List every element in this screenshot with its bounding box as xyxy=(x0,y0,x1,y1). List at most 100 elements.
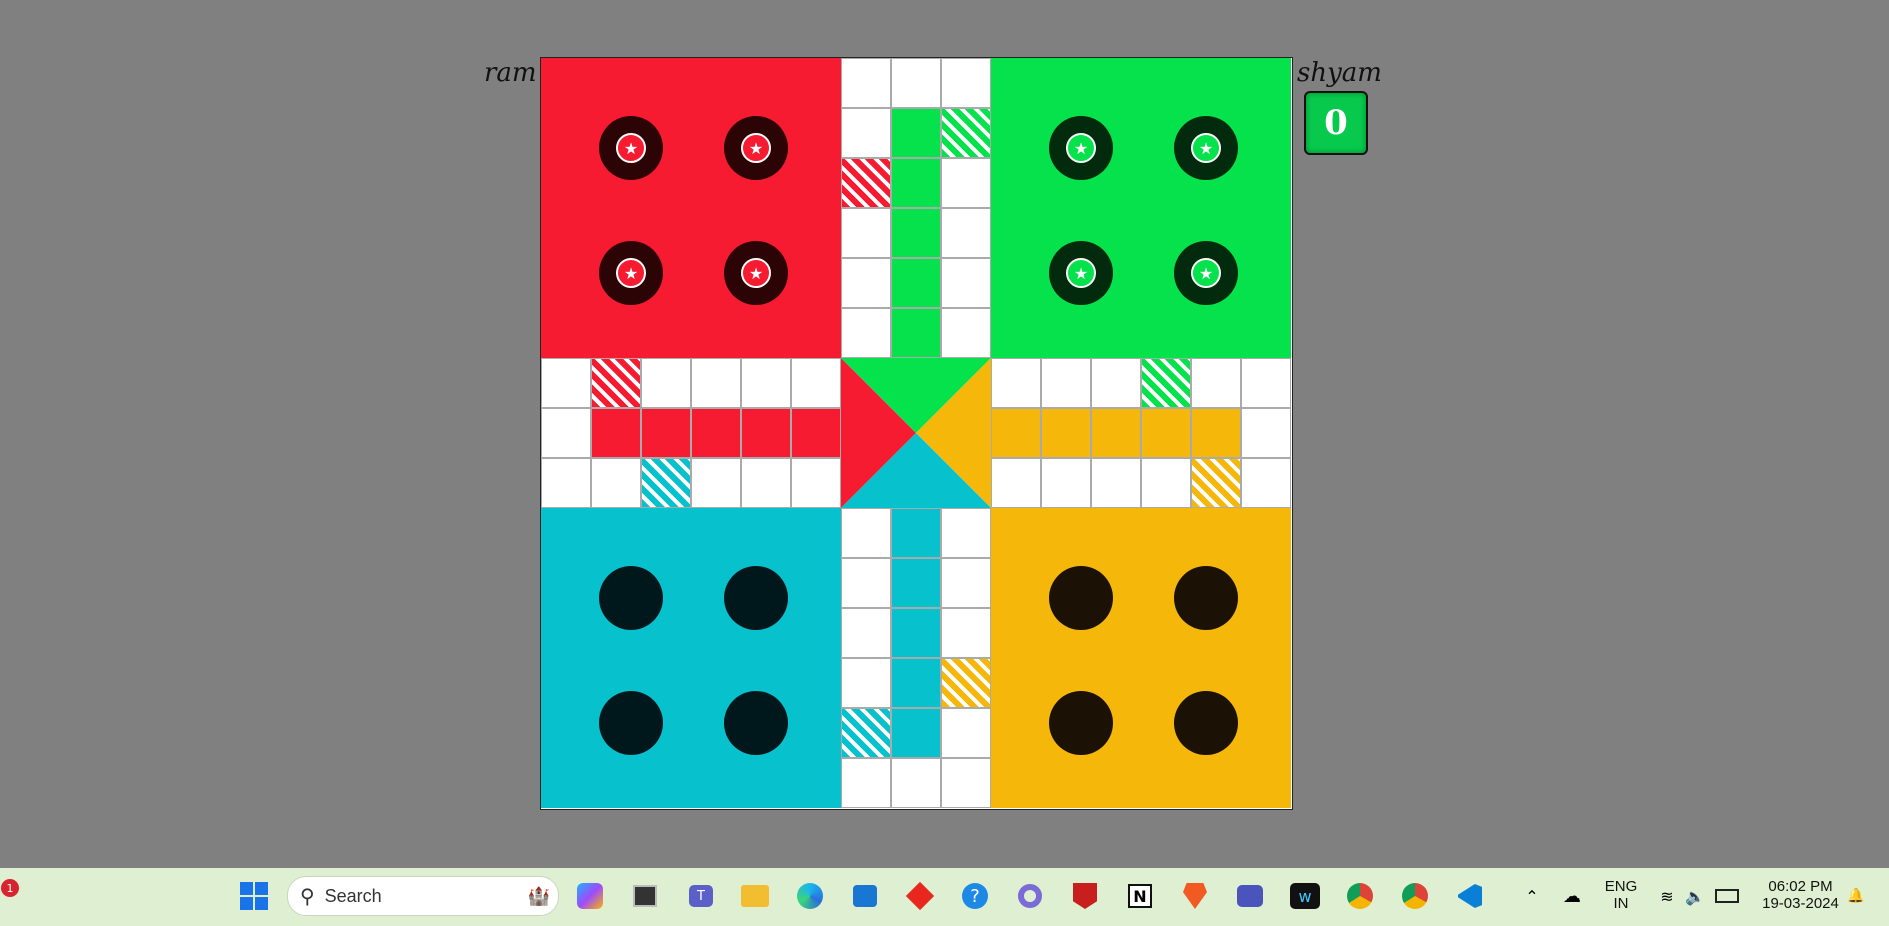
notification-icon[interactable]: 1 xyxy=(0,876,20,900)
cyan-home-lane-cell[interactable] xyxy=(891,608,941,658)
board-cell[interactable] xyxy=(941,758,991,808)
red-token-slot-1[interactable]: ★ xyxy=(599,116,663,180)
board-cell[interactable] xyxy=(1241,358,1291,408)
volume-icon[interactable]: 🔈 xyxy=(1678,879,1712,913)
board-cell[interactable] xyxy=(691,458,741,508)
board-cell[interactable] xyxy=(941,508,991,558)
chrome-icon[interactable] xyxy=(1343,879,1377,913)
store-icon[interactable] xyxy=(848,879,882,913)
red-start-cell[interactable] xyxy=(591,358,641,408)
task-view-icon[interactable] xyxy=(628,879,662,913)
board-cell[interactable] xyxy=(1041,458,1091,508)
green-home-lane-cell[interactable] xyxy=(891,308,941,358)
board-cell[interactable] xyxy=(1191,358,1241,408)
yellow-home-lane-cell[interactable] xyxy=(1091,408,1141,458)
board-cell[interactable] xyxy=(841,108,891,158)
board-cell[interactable] xyxy=(1241,408,1291,458)
teams-work-icon[interactable] xyxy=(1233,879,1267,913)
cyan-start-cell[interactable] xyxy=(841,708,891,758)
clock[interactable]: 06:02 PM 19-03-2024 xyxy=(1753,878,1848,912)
board-cell[interactable] xyxy=(841,58,891,108)
board-cell[interactable] xyxy=(791,458,841,508)
board-cell[interactable] xyxy=(1241,458,1291,508)
red-home-lane-cell[interactable] xyxy=(641,408,691,458)
board-cell[interactable] xyxy=(841,658,891,708)
green-token-slot-2[interactable]: ★ xyxy=(1174,116,1238,180)
red-token-slot-3[interactable]: ★ xyxy=(599,241,663,305)
red-safe-cell[interactable] xyxy=(841,158,891,208)
vscode-icon[interactable] xyxy=(1453,879,1487,913)
mcafee-icon[interactable] xyxy=(1068,879,1102,913)
cloud-off-icon[interactable]: ☁ xyxy=(1555,879,1589,913)
green-pawn-star-icon[interactable]: ★ xyxy=(1191,258,1221,288)
board-cell[interactable] xyxy=(791,358,841,408)
board-cell[interactable] xyxy=(991,358,1041,408)
board-cell[interactable] xyxy=(841,608,891,658)
board-cell[interactable] xyxy=(1141,458,1191,508)
teams-icon[interactable]: T xyxy=(684,879,718,913)
cyan-home-lane-cell[interactable] xyxy=(891,508,941,558)
board-cell[interactable] xyxy=(941,208,991,258)
yellow-home-lane-cell[interactable] xyxy=(1041,408,1091,458)
notification-center-icon[interactable]: 🔔 xyxy=(1846,879,1866,913)
green-home-lane-cell[interactable] xyxy=(891,108,941,158)
board-cell[interactable] xyxy=(1041,358,1091,408)
windows-start-icon[interactable] xyxy=(237,879,271,913)
board-cell[interactable] xyxy=(541,358,591,408)
board-cell[interactable] xyxy=(541,408,591,458)
board-cell[interactable] xyxy=(941,608,991,658)
red-pawn-star-icon[interactable]: ★ xyxy=(741,133,771,163)
chrome-profile-icon[interactable] xyxy=(1398,879,1432,913)
yellow-home-lane-cell[interactable] xyxy=(1141,408,1191,458)
yellow-home-lane-cell[interactable] xyxy=(991,408,1041,458)
settings-app-icon[interactable] xyxy=(1013,879,1047,913)
green-token-slot-4[interactable]: ★ xyxy=(1174,241,1238,305)
dice-button[interactable]: 0 xyxy=(1304,91,1368,155)
board-cell[interactable] xyxy=(841,758,891,808)
board-cell[interactable] xyxy=(591,458,641,508)
taskbar-search[interactable]: ⚲ Search 🏰 xyxy=(287,876,559,916)
board-cell[interactable] xyxy=(1091,358,1141,408)
red-pawn-star-icon[interactable]: ★ xyxy=(616,258,646,288)
cyan-home-lane-cell[interactable] xyxy=(891,658,941,708)
notion-icon[interactable]: N xyxy=(1123,879,1157,913)
diamond-app-icon[interactable] xyxy=(903,879,937,913)
board-cell[interactable] xyxy=(1091,458,1141,508)
red-pawn-star-icon[interactable]: ★ xyxy=(741,258,771,288)
language-indicator[interactable]: ENG IN xyxy=(1601,878,1641,912)
board-cell[interactable] xyxy=(941,308,991,358)
green-home-lane-cell[interactable] xyxy=(891,208,941,258)
board-cell[interactable] xyxy=(541,458,591,508)
board-cell[interactable] xyxy=(691,358,741,408)
edge-icon[interactable] xyxy=(793,879,827,913)
green-token-slot-3[interactable]: ★ xyxy=(1049,241,1113,305)
help-icon[interactable]: ? xyxy=(958,879,992,913)
green-pawn-star-icon[interactable]: ★ xyxy=(1066,258,1096,288)
board-cell[interactable] xyxy=(841,208,891,258)
board-cell[interactable] xyxy=(641,358,691,408)
board-cell[interactable] xyxy=(941,158,991,208)
board-cell[interactable] xyxy=(841,558,891,608)
brave-icon[interactable] xyxy=(1178,879,1212,913)
board-cell[interactable] xyxy=(841,308,891,358)
board-cell[interactable] xyxy=(841,258,891,308)
cyan-home-lane-cell[interactable] xyxy=(891,708,941,758)
board-cell[interactable] xyxy=(941,258,991,308)
board-cell[interactable] xyxy=(941,58,991,108)
battery-icon[interactable] xyxy=(1710,879,1744,913)
board-cell[interactable] xyxy=(891,58,941,108)
green-home-lane-cell[interactable] xyxy=(891,258,941,308)
cyan-safe-cell[interactable] xyxy=(641,458,691,508)
board-cell[interactable] xyxy=(741,358,791,408)
board-cell[interactable] xyxy=(891,758,941,808)
green-start-cell[interactable] xyxy=(941,108,991,158)
red-home-lane-cell[interactable] xyxy=(691,408,741,458)
file-explorer-icon[interactable] xyxy=(738,879,772,913)
board-cell[interactable] xyxy=(941,558,991,608)
yellow-safe-cell[interactable] xyxy=(941,658,991,708)
red-home-lane-cell[interactable] xyxy=(591,408,641,458)
yellow-start-cell[interactable] xyxy=(1191,458,1241,508)
copilot-icon[interactable] xyxy=(573,879,607,913)
cyan-home-lane-cell[interactable] xyxy=(891,558,941,608)
board-cell[interactable] xyxy=(741,458,791,508)
